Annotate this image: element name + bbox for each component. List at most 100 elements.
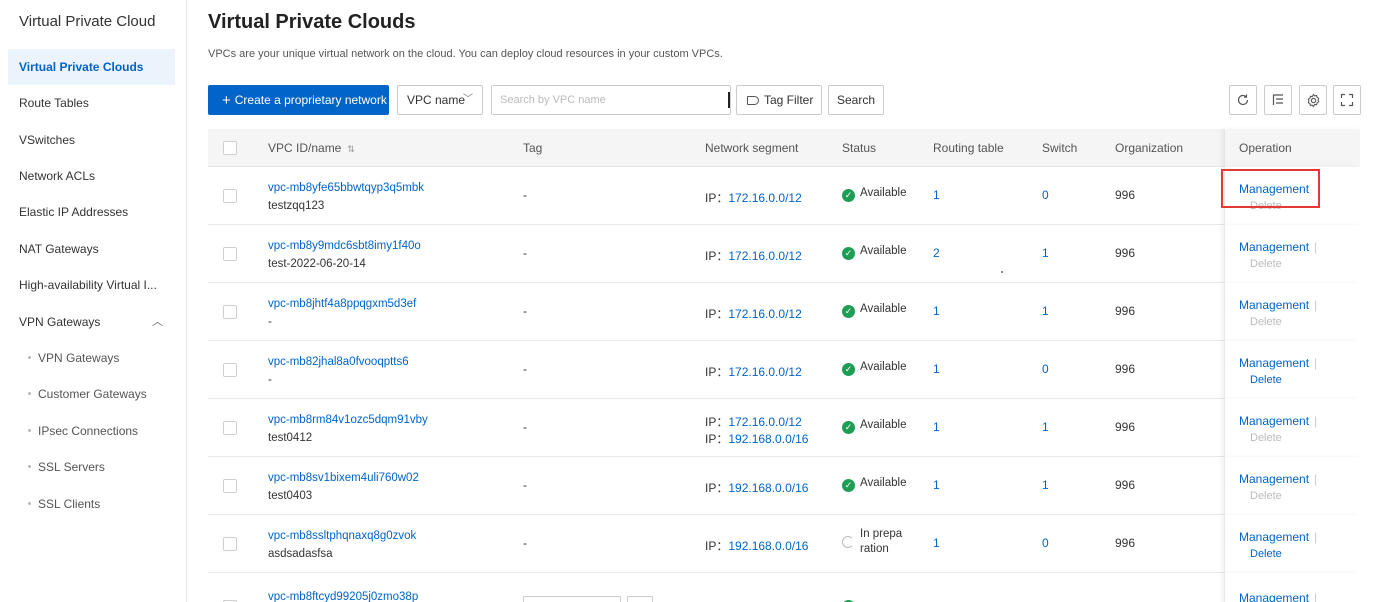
sidebar-item-label: High-availability Virtual I... xyxy=(19,278,157,292)
page-title: Virtual Private Clouds xyxy=(208,11,416,33)
sidebar-subitem-customer-gateways[interactable]: Customer Gateways xyxy=(8,376,175,412)
sidebar-item-label: VSwitches xyxy=(19,133,76,147)
filter-field-value: VPC name xyxy=(407,93,466,107)
table-header: VPC ID/name ⇅ Tag Network segment Status … xyxy=(208,129,1360,167)
column-header-operation: Operation xyxy=(1224,129,1360,167)
switch-link[interactable]: 0 xyxy=(1042,188,1049,202)
switch-link[interactable]: 0 xyxy=(1042,362,1049,376)
sidebar-item-label: SSL Servers xyxy=(38,460,105,474)
delete-link[interactable]: Delete xyxy=(1250,548,1282,560)
ip-prefix: IP： xyxy=(705,191,729,205)
ip-link[interactable]: 172.16.0.0/12 xyxy=(728,415,801,429)
sidebar-item-nat-gateways[interactable]: NAT Gateways xyxy=(8,231,175,267)
row-checkbox[interactable] xyxy=(223,189,237,203)
vpc-id-link[interactable]: vpc-mb8rm84v1ozc5dqm91vby xyxy=(268,414,428,426)
sidebar-subitem-ipsec-connections[interactable]: IPsec Connections xyxy=(8,413,175,449)
routing-table-link[interactable]: 1 xyxy=(933,362,940,376)
network-segment: IP：192.168.0.0/16 xyxy=(705,537,808,554)
ip-link[interactable]: 192.168.0.0/16 xyxy=(728,432,808,446)
row-checkbox[interactable] xyxy=(223,363,237,377)
row-checkbox[interactable] xyxy=(223,305,237,319)
sidebar-item-vswitches[interactable]: VSwitches xyxy=(8,122,175,158)
search-button[interactable]: Search xyxy=(828,85,884,115)
sidebar-item-elastic-ip[interactable]: Elastic IP Addresses xyxy=(8,194,175,230)
ip-link[interactable]: 172.16.0.0/12 xyxy=(728,307,801,321)
routing-table-link[interactable]: 1 xyxy=(933,420,940,434)
sidebar-item-route-tables[interactable]: Route Tables xyxy=(8,85,175,121)
status-badge: ✓ Available xyxy=(842,303,906,318)
vpc-id-link[interactable]: vpc-mb8ssltphqnaxq8g0zvok xyxy=(268,530,416,542)
vpc-name: asdsadasfsa xyxy=(268,548,333,560)
gear-icon[interactable] xyxy=(1299,85,1327,115)
switch-link[interactable]: 0 xyxy=(1042,536,1049,550)
sidebar-item-vpn-gateways-group[interactable]: VPN Gateways ︿ xyxy=(8,304,175,340)
ip-link[interactable]: 172.16.0.0/12 xyxy=(728,191,801,205)
row-checkbox[interactable] xyxy=(223,421,237,435)
management-link[interactable]: Management xyxy=(1239,472,1309,486)
select-all-checkbox[interactable] xyxy=(223,141,237,155)
delete-link[interactable]: Delete xyxy=(1250,374,1282,386)
row-checkbox[interactable] xyxy=(223,247,237,261)
ip-link[interactable]: 172.16.0.0/12 xyxy=(728,249,801,263)
vpc-id-link[interactable]: vpc-mb8y9mdc6sbt8imy1f40o xyxy=(268,240,421,252)
filter-field-select[interactable]: VPC name ﹀ xyxy=(397,85,483,115)
sidebar-subitem-ssl-clients[interactable]: SSL Clients xyxy=(8,486,175,522)
tag-filter-button[interactable]: Tag Filter xyxy=(736,85,822,115)
management-link[interactable]: Management xyxy=(1239,591,1309,602)
ip-link[interactable]: 192.168.0.0/16 xyxy=(728,539,808,553)
vpc-id-link[interactable]: vpc-mb8yfe65bbwtqyp3q5mbk xyxy=(268,182,424,194)
sidebar: Virtual Private Cloud Virtual Private Cl… xyxy=(0,0,187,602)
refresh-icon[interactable] xyxy=(1229,85,1257,115)
delete-link[interactable]: Delete xyxy=(1250,258,1282,270)
network-segment: IP：192.168.0.0/16 xyxy=(705,430,808,447)
delete-link[interactable]: Delete xyxy=(1250,316,1282,328)
delete-link[interactable]: Delete xyxy=(1250,490,1282,502)
fullscreen-icon[interactable] xyxy=(1333,85,1361,115)
sidebar-item-network-acls[interactable]: Network ACLs xyxy=(8,158,175,194)
vpc-id-link[interactable]: vpc-mb8ftcyd99205j0zmo38p xyxy=(268,591,418,602)
vpc-id-link[interactable]: vpc-mb8sv1bixem4uli760w02 xyxy=(268,472,419,484)
create-network-button[interactable]: + Create a proprietary network xyxy=(208,85,389,115)
management-link[interactable]: Management xyxy=(1239,530,1309,544)
column-settings-icon[interactable] xyxy=(1264,85,1292,115)
check-circle-icon: ✓ xyxy=(842,305,855,318)
delete-link[interactable]: Delete xyxy=(1250,200,1282,212)
management-link[interactable]: Management xyxy=(1239,356,1309,370)
switch-link[interactable]: 1 xyxy=(1042,246,1049,260)
network-segment: IP：172.16.0.0/12 xyxy=(705,305,802,322)
management-link[interactable]: Management xyxy=(1239,182,1309,196)
organization-value: 996 xyxy=(1115,188,1136,202)
sort-icon[interactable]: ⇅ xyxy=(347,144,355,154)
column-header-vpc-id[interactable]: VPC ID/name ⇅ xyxy=(268,129,355,167)
switch-link[interactable]: 1 xyxy=(1042,304,1049,318)
delete-link[interactable]: Delete xyxy=(1250,432,1282,444)
search-input[interactable] xyxy=(491,85,731,115)
switch-link[interactable]: 1 xyxy=(1042,478,1049,492)
routing-table-link[interactable]: 1 xyxy=(933,188,940,202)
tag-icon xyxy=(747,96,759,105)
create-network-label: Create a proprietary network xyxy=(234,93,387,107)
routing-table-link[interactable]: 1 xyxy=(933,478,940,492)
tag-value: - xyxy=(523,536,527,550)
sidebar-subitem-vpn-gateways[interactable]: VPN Gateways xyxy=(8,340,175,376)
routing-table-link[interactable]: 2 xyxy=(933,246,940,260)
sidebar-subitem-ssl-servers[interactable]: SSL Servers xyxy=(8,449,175,485)
routing-table-link[interactable]: 1 xyxy=(933,304,940,318)
management-link[interactable]: Management xyxy=(1239,298,1309,312)
sidebar-item-ha-virtual-ip[interactable]: High-availability Virtual I... xyxy=(8,267,175,303)
status-badge: ✓ Available xyxy=(842,477,906,492)
management-link[interactable]: Management xyxy=(1239,240,1309,254)
vpc-name: - xyxy=(268,316,272,328)
row-checkbox[interactable] xyxy=(223,537,237,551)
organization-value: 996 xyxy=(1115,304,1136,318)
switch-link[interactable]: 1 xyxy=(1042,420,1049,434)
ip-link[interactable]: 172.16.0.0/12 xyxy=(728,365,801,379)
vpc-id-link[interactable]: vpc-mb82jhal8a0fvooqptts6 xyxy=(268,356,409,368)
ip-link[interactable]: 192.168.0.0/16 xyxy=(728,481,808,495)
management-link[interactable]: Management xyxy=(1239,414,1309,428)
routing-table-link[interactable]: 1 xyxy=(933,536,940,550)
row-checkbox[interactable] xyxy=(223,479,237,493)
vpc-id-link[interactable]: vpc-mb8jhtf4a8ppqgxm5d3ef xyxy=(268,298,416,310)
ip-prefix: IP： xyxy=(705,365,729,379)
sidebar-item-virtual-private-clouds[interactable]: Virtual Private Clouds xyxy=(8,49,175,85)
